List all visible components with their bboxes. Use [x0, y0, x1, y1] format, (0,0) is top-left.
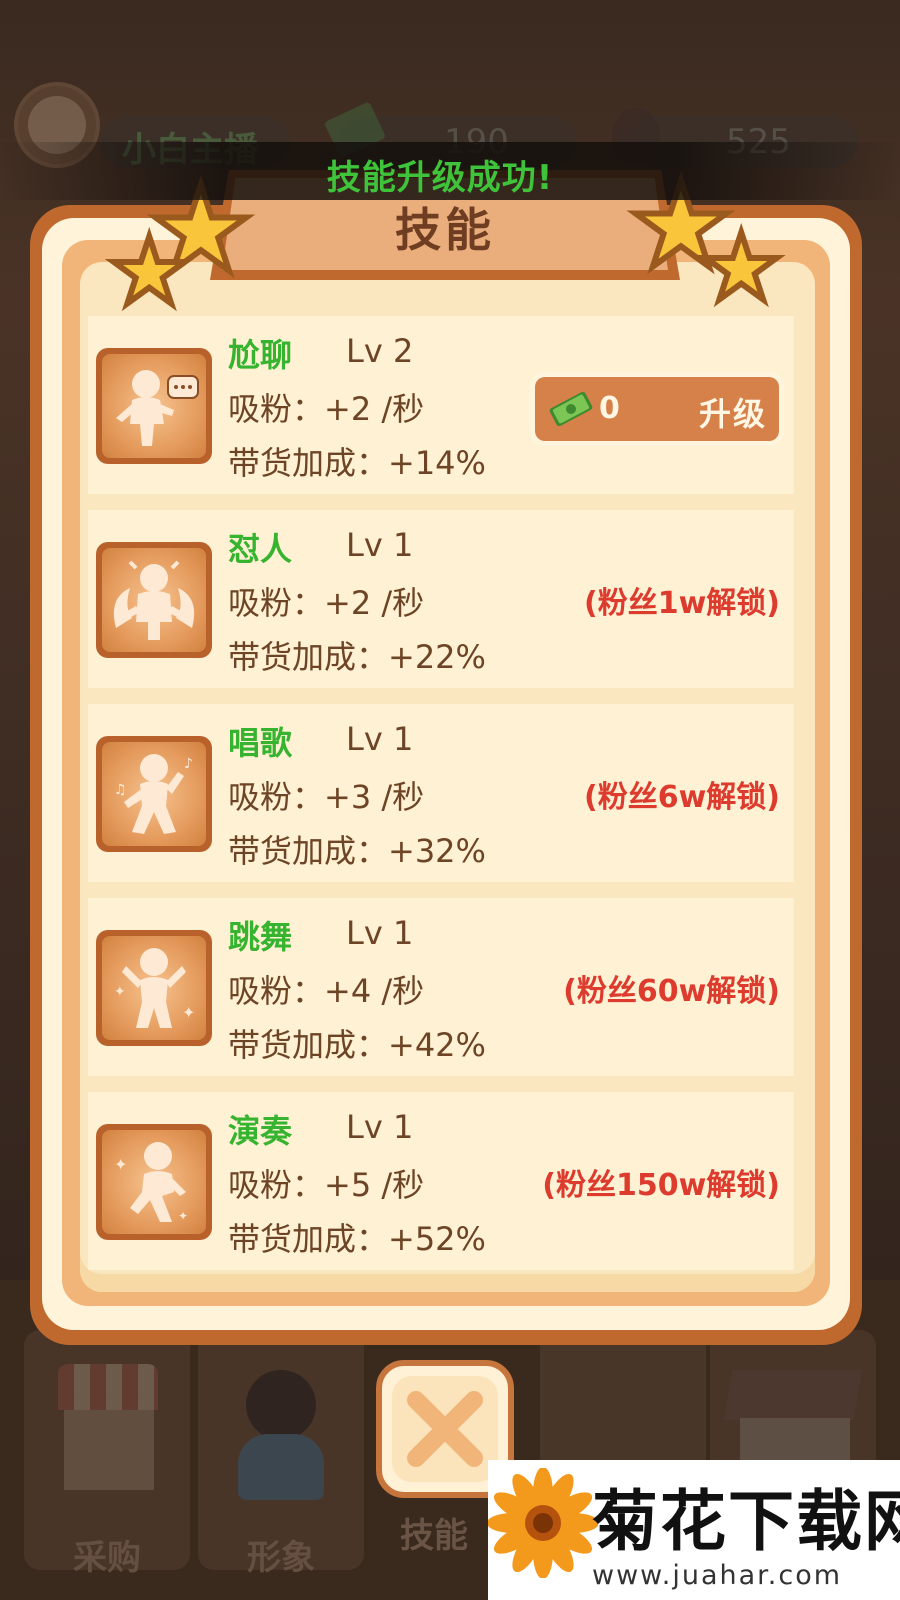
close-button-face[interactable]	[392, 1376, 498, 1482]
character-icon	[246, 1370, 316, 1440]
skill-level: Lv 1	[346, 1108, 414, 1146]
svg-text:♪: ♪	[184, 756, 193, 772]
unlock-requirement: (粉丝6w解锁)	[583, 780, 780, 815]
upgrade-cost: 0	[599, 391, 620, 426]
angry-pose-icon	[102, 548, 206, 652]
skill-level: Lv 1	[346, 720, 414, 758]
skill-name: 跳舞	[228, 918, 293, 956]
skill-sales-bonus: 带货加成：+14%	[228, 444, 486, 482]
watermark-title: 菊花下载网	[592, 1483, 900, 1560]
svg-text:♫: ♫	[114, 782, 127, 798]
cash-icon	[549, 391, 593, 427]
star-icon: ★	[105, 218, 194, 325]
panel-title: 技能	[395, 203, 495, 257]
skill-name: 怼人	[228, 530, 293, 568]
skill-name: 唱歌	[228, 724, 293, 762]
skill-level: Lv 2	[346, 332, 414, 370]
watermark: 菊花下载网 www.juahar.com	[488, 1460, 900, 1600]
skill-level: Lv 1	[346, 526, 414, 564]
svg-text:✦: ✦	[114, 984, 126, 1000]
character-icon-body	[238, 1434, 324, 1500]
svg-text:✦: ✦	[182, 1003, 195, 1022]
performing-pose-icon: ✦ ✦	[102, 1130, 206, 1234]
svg-text:✦: ✦	[114, 1155, 127, 1174]
flower-logo-icon	[488, 1468, 598, 1578]
skill-row: ✦ ✦ 演奏 Lv 1 吸粉：+5 /秒 带货加成：+52% (粉丝150w解锁…	[88, 1092, 794, 1270]
dancing-pose-icon: ✦ ✦	[102, 936, 206, 1040]
singing-pose-icon: ♫ ♪	[102, 742, 206, 846]
unlock-requirement: (粉丝150w解锁)	[542, 1168, 780, 1203]
unlock-requirement: (粉丝60w解锁)	[563, 974, 780, 1009]
skill-sales-bonus: 带货加成：+22%	[228, 638, 486, 676]
house-icon	[723, 1370, 863, 1420]
skill-sales-bonus: 带货加成：+52%	[228, 1220, 486, 1258]
skill-row: ♫ ♪ 唱歌 Lv 1 吸粉：+3 /秒 带货加成：+32% (粉丝6w解锁)	[88, 704, 794, 882]
skill-fans-rate: 吸粉：+2 /秒	[228, 584, 425, 622]
skill-fans-rate: 吸粉：+4 /秒	[228, 972, 425, 1010]
skill-level: Lv 1	[346, 914, 414, 952]
skill-sales-bonus: 带货加成：+42%	[228, 1026, 486, 1064]
skill-name: 尬聊	[228, 336, 293, 374]
skill-icon-frame	[96, 348, 212, 464]
skill-name: 演奏	[228, 1112, 293, 1150]
shop-icon-body	[64, 1410, 154, 1490]
star-icon: ★	[697, 214, 786, 321]
skill-icon-frame: ✦ ✦	[96, 930, 212, 1046]
skill-fans-rate: 吸粉：+2 /秒	[228, 390, 425, 428]
shop-icon	[58, 1364, 158, 1410]
skill-row: 尬聊 Lv 2 吸粉：+2 /秒 带货加成：+14% 0 升级	[88, 316, 794, 494]
skill-fans-rate: 吸粉：+5 /秒	[228, 1166, 425, 1204]
upgrade-button[interactable]: 0 升级	[530, 372, 784, 446]
skill-row: 怼人 Lv 1 吸粉：+2 /秒 带货加成：+22% (粉丝1w解锁)	[88, 510, 794, 688]
skill-fans-rate: 吸粉：+3 /秒	[228, 778, 425, 816]
unlock-requirement: (粉丝1w解锁)	[583, 586, 780, 621]
skill-row: ✦ ✦ 跳舞 Lv 1 吸粉：+4 /秒 带货加成：+42% (粉丝60w解锁)	[88, 898, 794, 1076]
skill-icon-frame: ✦ ✦	[96, 1124, 212, 1240]
nav-image[interactable]: 形象	[198, 1330, 364, 1578]
nav-purchase[interactable]: 采购	[24, 1330, 190, 1578]
nav-image-label: 形象	[247, 1538, 315, 1578]
svg-text:✦: ✦	[178, 1209, 188, 1223]
skill-sales-bonus: 带货加成：+32%	[228, 832, 486, 870]
upgrade-button-face[interactable]: 0 升级	[535, 377, 779, 441]
nav-purchase-label: 采购	[73, 1538, 141, 1578]
upgrade-label: 升级	[698, 395, 767, 433]
watermark-url: www.juahar.com	[592, 1560, 843, 1591]
skill-icon-frame	[96, 542, 212, 658]
toast-message: 技能升级成功!	[326, 158, 554, 198]
close-icon	[407, 1391, 483, 1467]
skill-icon-frame: ♫ ♪	[96, 736, 212, 852]
nav-skill-label: 技能	[400, 1516, 468, 1556]
chat-pose-icon	[102, 354, 206, 458]
